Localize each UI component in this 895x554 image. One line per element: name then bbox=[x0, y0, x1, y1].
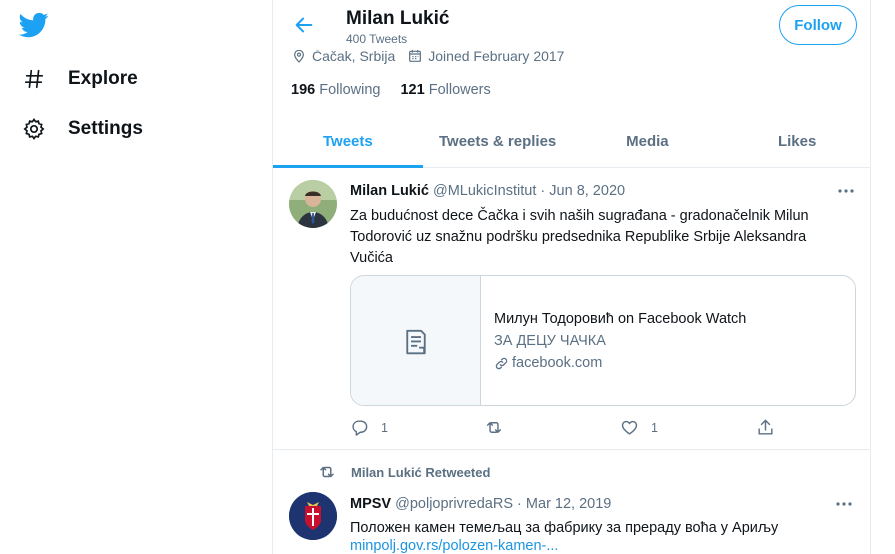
location-pin-icon bbox=[294, 49, 304, 63]
tweet-actions: 1 1 bbox=[350, 418, 773, 438]
card-thumbnail bbox=[351, 276, 481, 405]
tweet-text: Положен камен темељац за фабрику за прер… bbox=[350, 520, 779, 536]
hashtag-icon bbox=[22, 67, 46, 91]
retweeted-by-text: Milan Lukić Retweeted bbox=[351, 464, 491, 480]
calendar-icon bbox=[409, 50, 422, 62]
like-button[interactable]: 1 bbox=[620, 418, 658, 437]
twitter-bird-icon[interactable] bbox=[18, 10, 49, 40]
nav-settings[interactable]: Settings bbox=[22, 114, 143, 144]
reply-count: 1 bbox=[381, 420, 388, 435]
more-options-icon[interactable] bbox=[836, 184, 856, 198]
tweet-date[interactable]: Jun 8, 2020 bbox=[549, 183, 625, 199]
more-options-icon[interactable] bbox=[834, 497, 854, 511]
joined-date: Joined February 2017 bbox=[407, 48, 564, 64]
tab-tweets[interactable]: Tweets bbox=[273, 118, 423, 168]
heart-icon bbox=[621, 420, 638, 435]
card-domain-text: facebook.com bbox=[512, 355, 603, 371]
link-icon bbox=[495, 357, 508, 369]
retweet-icon bbox=[320, 466, 334, 478]
nav-explore[interactable]: Explore bbox=[22, 64, 138, 94]
tweet-count: 400 Tweets bbox=[346, 32, 408, 46]
avatar[interactable] bbox=[289, 180, 337, 228]
tweet-text: Za budućnost dece Čačka i svih naših sug… bbox=[350, 208, 809, 266]
share-icon bbox=[758, 419, 773, 435]
followers-link[interactable]: 121 Followers bbox=[400, 82, 490, 98]
tweet-author-handle[interactable]: @poljoprivredaRS bbox=[395, 496, 513, 512]
card-title: Милун Тодоровић on Facebook Watch bbox=[494, 311, 747, 327]
left-navigation: Explore Settings bbox=[0, 0, 272, 554]
followers-count: 121 bbox=[400, 82, 425, 98]
nav-explore-label: Explore bbox=[68, 68, 138, 89]
profile-meta: Čačak, Srbija Joined February 2017 bbox=[291, 48, 576, 64]
nav-settings-label: Settings bbox=[68, 118, 143, 139]
following-label: Following bbox=[319, 82, 381, 98]
tweet-author-name[interactable]: Milan Lukić bbox=[350, 183, 429, 199]
share-button[interactable] bbox=[756, 418, 775, 437]
location: Čačak, Srbija bbox=[291, 48, 395, 64]
profile-stats: 196 Following 121 Followers bbox=[291, 82, 511, 98]
follow-button[interactable]: Follow bbox=[779, 5, 857, 45]
tweet-header: Milan Lukić @MLukicInstitut · Jun 8, 202… bbox=[350, 183, 625, 199]
card-domain: facebook.com bbox=[494, 355, 602, 371]
tweet-separator: · bbox=[540, 183, 546, 199]
retweet-button[interactable] bbox=[484, 418, 504, 437]
tweet-separator: · bbox=[517, 496, 522, 512]
reply-icon bbox=[352, 420, 368, 436]
retweet-icon bbox=[486, 422, 502, 433]
following-count: 196 bbox=[291, 82, 316, 98]
like-count: 1 bbox=[651, 420, 658, 435]
profile-tabs: Tweets Tweets & replies Media Likes bbox=[273, 118, 870, 168]
avatar[interactable] bbox=[289, 492, 337, 540]
profile-name: Milan Lukić bbox=[346, 8, 450, 29]
tab-likes[interactable]: Likes bbox=[722, 118, 870, 167]
tweet-author-name[interactable]: MPSV bbox=[350, 496, 391, 512]
tab-tweets-replies[interactable]: Tweets & replies bbox=[423, 118, 573, 167]
tweet-header: MPSV @poljoprivredaRS · Mar 12, 2019 bbox=[350, 496, 611, 512]
tab-media[interactable]: Media bbox=[573, 118, 723, 167]
link-card[interactable]: Милун Тодоровић on Facebook Watch ЗА ДЕЦ… bbox=[350, 275, 856, 406]
main-column: Čačak, Srbija Joined February 2017 196 F… bbox=[272, 0, 871, 554]
retweet-context[interactable]: Milan Lukić Retweeted bbox=[317, 463, 490, 481]
tweet-date[interactable]: Mar 12, 2019 bbox=[526, 496, 611, 512]
profile-header: Milan Lukić 400 Tweets Follow bbox=[273, 0, 870, 50]
gear-icon bbox=[22, 117, 46, 141]
joined-text: Joined February 2017 bbox=[428, 48, 565, 64]
following-link[interactable]: 196 Following bbox=[291, 82, 380, 98]
tweet-link[interactable]: minpolj.gov.rs/polozen-kamen-... bbox=[350, 538, 558, 554]
tweet[interactable]: Milan Lukić @MLukicInstitut · Jun 8, 202… bbox=[273, 168, 870, 450]
card-description: ЗА ДЕЦУ ЧАЧКА bbox=[494, 333, 606, 349]
back-arrow-icon[interactable] bbox=[291, 12, 317, 38]
followers-label: Followers bbox=[428, 82, 491, 98]
reply-button[interactable]: 1 bbox=[350, 418, 388, 437]
tweet-author-handle[interactable]: @MLukicInstitut bbox=[433, 183, 536, 199]
document-icon bbox=[405, 329, 426, 354]
location-text: Čačak, Srbija bbox=[312, 48, 396, 64]
